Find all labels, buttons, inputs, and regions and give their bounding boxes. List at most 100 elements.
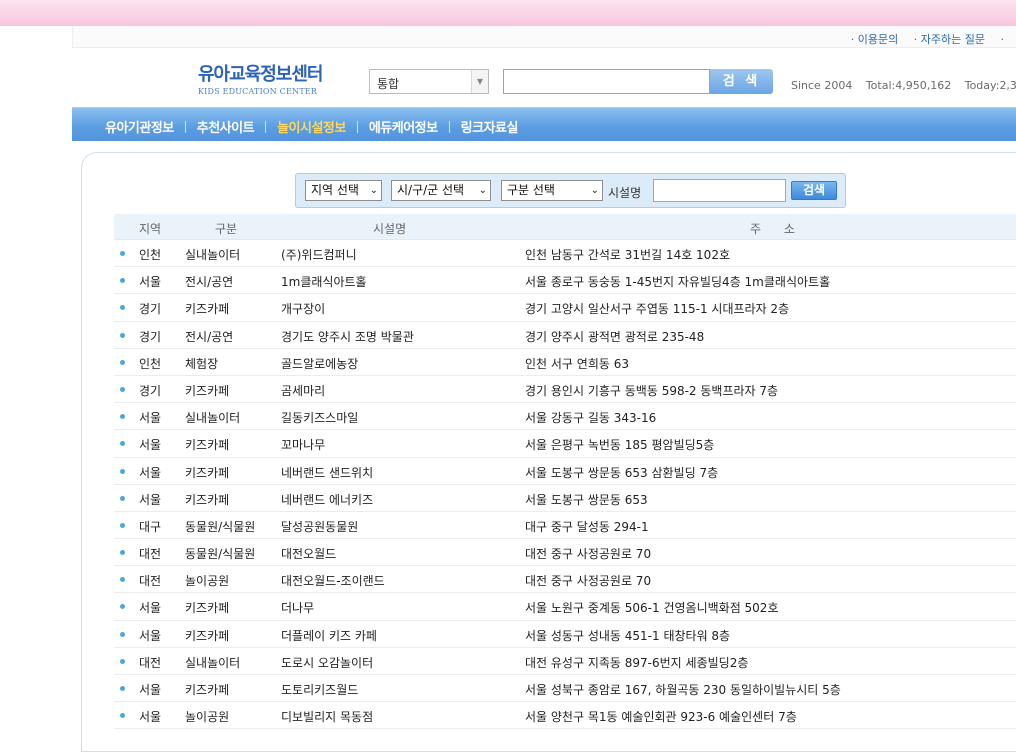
bullet-icon (120, 495, 125, 501)
table-row[interactable]: 서울 키즈카페 더플레이 키즈 카페 서울 성동구 성내동 451-1 태창타워 8층 (114, 621, 1016, 648)
bullet-icon (120, 441, 125, 447)
inquiry-link[interactable]: · 이용문의 (851, 33, 898, 46)
cell-facility-name[interactable]: 대전오월드-조이랜드 (281, 572, 385, 589)
nav-item-play-facilities[interactable]: 놀이시설정보 (277, 117, 346, 136)
cell-region: 경기 (139, 302, 162, 317)
cell-address: 경기 양주시 광적면 광적로 235-48 (525, 329, 705, 344)
search-scope-value: 통합 (377, 77, 400, 91)
cell-type: 동물원/식물원 (185, 547, 256, 562)
chevron-down-icon: ⌄ (478, 185, 487, 196)
cell-facility-name[interactable]: (주)위드컴퍼니 (281, 246, 357, 263)
cell-facility-name[interactable]: 디보빌리지 목동점 (281, 708, 373, 725)
nav-item-kindergarten-info[interactable]: 유아기관정보 (105, 117, 174, 136)
bullet-icon (120, 468, 125, 474)
cell-address: 대전 중구 사정공원로 70 (525, 547, 652, 562)
utility-links: · 이용문의 · 자주하는 질문 · (851, 31, 1016, 47)
total-count: Total:4,950,162 (865, 79, 952, 92)
district-select-value: 시/구/군 선택 (397, 183, 465, 197)
search-input[interactable] (503, 69, 710, 94)
site-logo[interactable]: 유아교육정보센터 KIDS EDUCATION CENTER (198, 60, 323, 96)
type-select-value: 구분 선택 (507, 183, 555, 197)
table-row[interactable]: 경기 전시/공연 경기도 양주시 조명 박물관 경기 양주시 광적면 광적로 235-… (114, 322, 1016, 349)
cell-type: 키즈카페 (185, 383, 230, 398)
cell-facility-name[interactable]: 1m클래식아트홀 (281, 273, 367, 290)
table-row[interactable]: 대전 동물원/식물원 대전오월드 대전 중구 사정공원로 70 (114, 539, 1016, 567)
more-link[interactable]: · (1001, 33, 1005, 46)
table-row[interactable]: 서울 전시/공연 1m클래식아트홀 서울 종로구 동숭동 1-45번지 자유빌딩4층 … (114, 267, 1016, 295)
top-banner (0, 0, 1016, 26)
cell-facility-name[interactable]: 꼬마나무 (281, 436, 325, 453)
cell-region: 대전 (139, 574, 162, 589)
cell-region: 대구 (139, 519, 162, 534)
table-row[interactable]: 서울 키즈카페 네버랜드 샌드위치 서울 도봉구 쌍문동 653 삼환빌딩 7층 (114, 458, 1016, 485)
type-select[interactable]: 구분 선택 ⌄ (501, 180, 603, 201)
nav-item-educare-info[interactable]: 에듀케어정보 (369, 117, 438, 136)
cell-type: 전시/공연 (185, 329, 234, 344)
cell-type: 체험장 (185, 356, 219, 371)
today-count: Today:2,36 (964, 79, 1016, 92)
bullet-icon (120, 604, 125, 610)
chevron-down-icon: ⌄ (369, 185, 378, 196)
cell-facility-name[interactable]: 네버랜드 샌드위치 (281, 464, 373, 481)
cell-region: 경기 (139, 383, 162, 398)
facility-name-label: 시설명 (608, 186, 642, 200)
cell-facility-name[interactable]: 경기도 양주시 조명 박물관 (281, 328, 414, 345)
cell-facility-name[interactable]: 곰세마리 (281, 382, 325, 399)
bullet-icon (120, 278, 125, 284)
cell-region: 서울 (139, 710, 162, 725)
logo-subtitle: KIDS EDUCATION CENTER (198, 87, 317, 96)
bullet-icon (120, 550, 125, 556)
table-row[interactable]: 인천 실내놀이터 (주)위드컴퍼니 인천 남동구 간석로 31번길 14호 102호 (114, 240, 1016, 268)
district-select[interactable]: 시/구/군 선택 ⌄ (391, 180, 491, 201)
table-row[interactable]: 서울 놀이공원 디보빌리지 목동점 서울 양천구 목1동 예술인회관 923-6 예술… (114, 702, 1016, 730)
nav-item-link-library[interactable]: 링크자료실 (461, 117, 519, 136)
bullet-icon (120, 631, 125, 637)
chevron-down-icon: ▼ (471, 70, 488, 93)
cell-address: 인천 남동구 간석로 31번길 14호 102호 (525, 248, 730, 262)
table-row[interactable]: 대전 실내놀이터 도로시 오감놀이터 대전 유성구 지족동 897-6번지 세종빌딩2… (114, 648, 1016, 675)
cell-address: 경기 고양시 일산서구 주엽동 115-1 시대프라자 2층 (525, 302, 790, 317)
table-row[interactable]: 대전 놀이공원 대전오월드-조이랜드 대전 중구 사정공원로 70 (114, 566, 1016, 594)
cell-facility-name[interactable]: 대전오월드 (281, 545, 336, 562)
cell-address: 대전 유성구 지족동 897-6번지 세종빌딩2층 (525, 655, 749, 670)
cell-facility-name[interactable]: 네버랜드 에너키즈 (281, 491, 373, 508)
cell-address: 인천 서구 연희동 63 (525, 356, 629, 371)
logo-title: 유아교육정보센터 (198, 64, 323, 85)
table-row[interactable]: 경기 키즈카페 개구장이 경기 고양시 일산서구 주엽동 115-1 시대프라자 2층 (114, 294, 1016, 322)
cell-facility-name[interactable]: 도토리키즈월드 (281, 681, 358, 698)
cell-type: 실내놀이터 (185, 411, 241, 426)
table-row[interactable]: 서울 키즈카페 네버랜드 에너키즈 서울 도봉구 쌍문동 653 (114, 485, 1016, 512)
cell-facility-name[interactable]: 개구장이 (281, 300, 325, 317)
cell-facility-name[interactable]: 도로시 오감놀이터 (281, 654, 373, 671)
table-row[interactable]: 서울 키즈카페 더나무 서울 노원구 중계동 506-1 건영옴니백화점 502호 (114, 593, 1016, 621)
table-row[interactable]: 대구 동물원/식물원 달성공원동물원 대구 중구 달성동 294-1 (114, 512, 1016, 540)
header-address: 주 소 (750, 222, 795, 236)
cell-facility-name[interactable]: 더플레이 키즈 카페 (281, 627, 377, 644)
facility-search-button[interactable]: 검색 (791, 181, 837, 200)
nav-item-recommended-sites[interactable]: 추천사이트 (197, 117, 255, 136)
cell-type: 키즈카페 (185, 492, 230, 507)
table-row[interactable]: 서울 실내놀이터 길동키즈스마일 서울 강동구 길동 343-16 (114, 403, 1016, 431)
cell-facility-name[interactable]: 골드알로에농장 (281, 355, 358, 372)
cell-facility-name[interactable]: 달성공원동물원 (281, 518, 358, 535)
utility-bar: · 이용문의 · 자주하는 질문 · (72, 26, 1016, 48)
header-name: 시설명 (373, 222, 407, 236)
cell-facility-name[interactable]: 더나무 (281, 599, 314, 616)
table-row[interactable]: 서울 키즈카페 꼬마나무 서울 은평구 녹번동 185 평암빌딩5층 (114, 430, 1016, 458)
cell-region: 대전 (139, 655, 162, 670)
search-scope-select[interactable]: 통합 ▼ (369, 69, 489, 94)
header-region: 지역 (139, 222, 162, 236)
search-button[interactable]: 검 색 (710, 69, 773, 94)
table-row[interactable]: 인천 체험장 골드알로에농장 인천 서구 연희동 63 (114, 349, 1016, 376)
region-select[interactable]: 지역 선택 ⌄ (305, 180, 382, 201)
faq-link[interactable]: · 자주하는 질문 (914, 33, 985, 46)
facility-name-input[interactable] (653, 179, 786, 202)
table-row[interactable]: 서울 키즈카페 도토리키즈월드 서울 성북구 종암로 167, 하월곡동 230 동일… (114, 675, 1016, 703)
cell-address: 대전 중구 사정공원로 70 (525, 574, 652, 589)
cell-facility-name[interactable]: 길동키즈스마일 (281, 409, 358, 426)
nav-divider (356, 121, 358, 133)
cell-type: 키즈카페 (185, 438, 230, 453)
table-row[interactable]: 경기 키즈카페 곰세마리 경기 용인시 기흥구 동백동 598-2 동백프라자 7층 (114, 376, 1016, 404)
region-select-value: 지역 선택 (311, 183, 359, 197)
chevron-down-icon: ⌄ (590, 185, 599, 196)
